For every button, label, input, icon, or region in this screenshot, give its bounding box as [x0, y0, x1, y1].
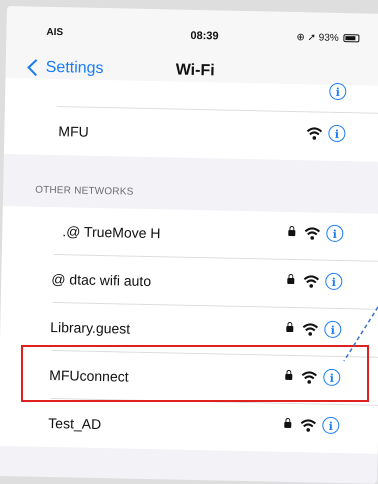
back-button[interactable]: Settings — [27, 58, 104, 78]
wifi-icon — [303, 275, 320, 288]
pointer-line — [343, 306, 378, 362]
battery-percent: 93% — [318, 32, 339, 44]
wifi-icon — [300, 419, 316, 432]
carrier-label: AIS — [46, 26, 64, 39]
chevron-left-icon — [27, 59, 45, 77]
section-header-other-networks: OTHER NETWORKS — [35, 184, 134, 198]
network-name: MFU — [58, 123, 89, 140]
info-icon[interactable]: i — [326, 224, 344, 243]
info-icon[interactable]: i — [329, 82, 347, 101]
network-row-truemove[interactable]: .@ TrueMove H i — [1, 205, 378, 262]
back-label: Settings — [45, 58, 104, 78]
network-name: @ dtac wifi auto — [51, 270, 152, 290]
lock-icon — [287, 277, 295, 285]
phone-screen: AIS 08:39 ⊕ ➚ 93% Settings Wi-Fi i MFU i… — [0, 6, 378, 484]
wifi-icon — [304, 227, 321, 240]
battery-icon — [343, 34, 360, 43]
info-icon[interactable]: i — [328, 124, 346, 143]
highlight-box — [21, 345, 369, 402]
wifi-icon — [306, 127, 323, 140]
lock-icon — [284, 421, 292, 429]
info-icon[interactable]: i — [324, 320, 342, 339]
info-icon[interactable]: i — [325, 272, 343, 291]
status-right: ⊕ ➚ 93% — [296, 32, 360, 44]
clock: 08:39 — [190, 29, 219, 43]
network-name: .@ TrueMove H — [62, 223, 161, 242]
lock-icon — [286, 325, 294, 333]
network-row-dtac[interactable]: @ dtac wifi auto i — [0, 253, 378, 310]
location-icon: ⊕ ➚ — [296, 32, 317, 44]
info-icon[interactable]: i — [322, 416, 340, 435]
lock-icon — [288, 229, 296, 237]
wifi-icon — [302, 323, 318, 336]
page-title: Wi-Fi — [175, 61, 215, 80]
network-name: Test_AD — [48, 414, 102, 433]
network-name: Library.guest — [50, 318, 131, 337]
network-row-mfu[interactable]: MFU i — [3, 105, 378, 162]
network-row-test-ad[interactable]: Test_AD i — [0, 397, 378, 454]
